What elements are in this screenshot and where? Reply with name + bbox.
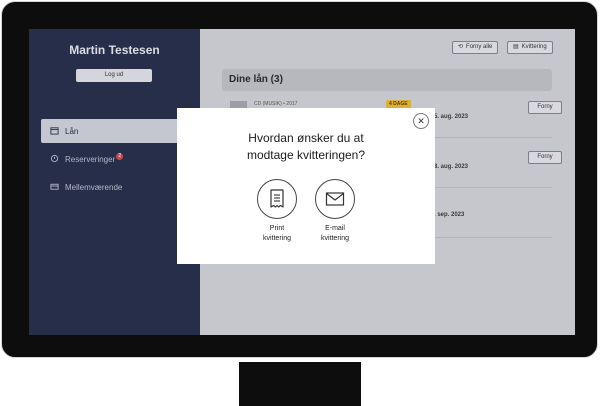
sidebar-item-reservations[interactable]: Reserveringer 2 (41, 147, 124, 171)
reservations-badge: 2 (116, 152, 124, 160)
due-badge: 4 DAGE (386, 100, 411, 108)
email-receipt-label: E-mail kvittering (305, 224, 365, 244)
renew-all-label: Forny alle (466, 44, 493, 50)
renew-button[interactable]: Forny (528, 101, 562, 114)
reservations-icon (49, 154, 59, 164)
receipt-icon (270, 189, 284, 208)
email-receipt-option[interactable]: E-mail kvittering (305, 179, 365, 244)
due-date: . sep. 2023 (434, 212, 465, 218)
renew-button[interactable]: Forny (528, 151, 562, 164)
sidebar-item-balance[interactable]: Mellemværende (41, 175, 122, 199)
kiosk-screen: Martin Testesen Log ud Lån Reserveringer… (29, 29, 575, 335)
logout-button[interactable]: Log ud (76, 69, 152, 82)
sidebar-item-label: Mellemværende (65, 182, 123, 192)
receipt-label: Kvittering (521, 44, 547, 50)
print-receipt-button[interactable] (257, 179, 297, 219)
card-icon (49, 182, 59, 192)
renew-all-button[interactable]: ⟲ Forny alle (452, 41, 499, 54)
envelope-icon (325, 192, 345, 206)
close-button[interactable]: ✕ (413, 113, 429, 129)
sidebar: Martin Testesen Log ud Lån Reserveringer… (29, 29, 200, 335)
print-receipt-label: Print kvittering (247, 224, 307, 244)
receipt-small-icon: ▤ (513, 44, 519, 50)
receipt-button[interactable]: ▤ Kvittering (507, 41, 553, 54)
monitor-frame: Martin Testesen Log ud Lån Reserveringer… (1, 1, 598, 358)
sidebar-item-label: Reserveringer (65, 154, 116, 164)
email-receipt-button[interactable] (315, 179, 355, 219)
loans-header: Dine lån (3) (222, 69, 552, 91)
monitor-stand (239, 362, 361, 406)
calendar-icon (49, 126, 59, 136)
sidebar-item-loans[interactable]: Lån (41, 119, 191, 143)
due-date: 5. aug. 2023 (434, 114, 469, 120)
option-label-line-1: Print (269, 225, 285, 232)
close-icon: ✕ (417, 116, 425, 126)
option-label-line-2: kvittering (320, 235, 349, 242)
option-label-line-2: kvittering (262, 235, 291, 242)
user-name: Martin Testesen (69, 43, 160, 57)
sidebar-item-label: Lån (65, 126, 79, 136)
refresh-icon: ⟲ (458, 44, 464, 50)
option-label-line-1: E-mail (325, 225, 345, 232)
dialog-title-line-2: modtage kvitteringen? (246, 148, 366, 162)
dialog-title: Hvordan ønsker du at modtage kvitteringe… (177, 130, 435, 164)
receipt-dialog: ✕ Hvordan ønsker du at modtage kvitterin… (177, 108, 435, 264)
due-date: 8. aug. 2023 (434, 164, 469, 170)
print-receipt-option[interactable]: Print kvittering (247, 179, 307, 244)
item-meta: CD (MUSIK) • 2017 (254, 101, 298, 107)
loans-title: Dine lån (3) (229, 74, 283, 85)
dialog-title-line-1: Hvordan ønsker du at (248, 131, 364, 145)
